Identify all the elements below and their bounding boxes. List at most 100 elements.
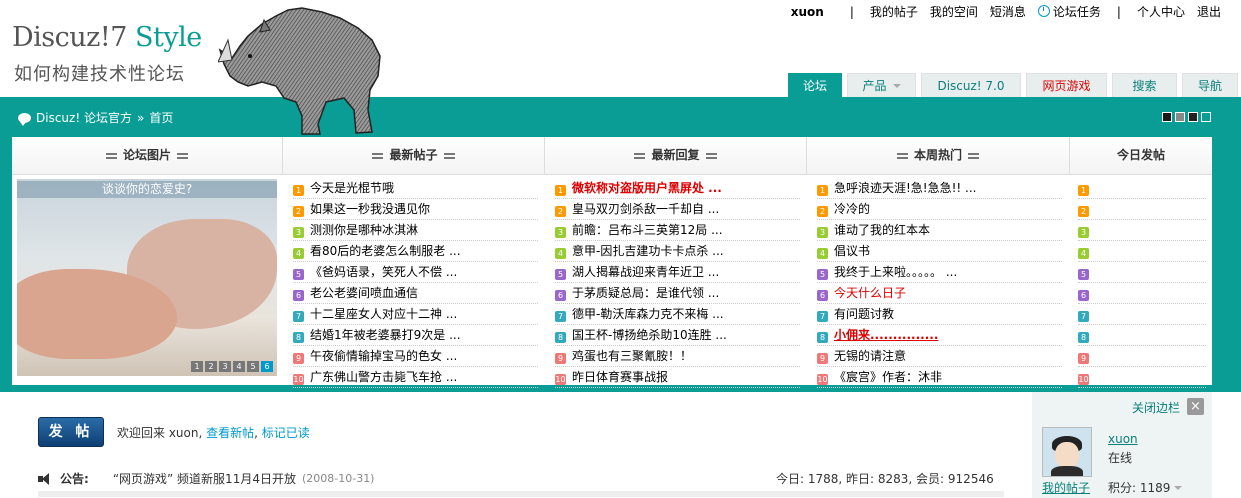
list-item[interactable]: 5 湖人揭幕战迎来青年近卫 ... bbox=[555, 262, 800, 283]
slide-page-button[interactable]: 5 bbox=[247, 361, 259, 372]
reply-title[interactable]: 德甲-勒沃库森力克不来梅 ... bbox=[572, 307, 724, 321]
list-item[interactable]: 9 鸡蛋也有三聚氰胺！！ bbox=[555, 346, 800, 367]
nav-tasks[interactable]: 论坛任务 bbox=[1037, 3, 1101, 20]
slide-page-button[interactable]: 4 bbox=[233, 361, 245, 372]
list-item[interactable]: 7 德甲-勒沃库森力克不来梅 ... bbox=[555, 304, 800, 325]
tab-products[interactable]: 产品 bbox=[847, 73, 916, 98]
list-item[interactable]: 1 微软称对盗版用户黑屏处 ... bbox=[555, 178, 800, 199]
hot-title[interactable]: 《宸宫》作者：沐非 bbox=[834, 370, 942, 384]
list-item[interactable]: 4 倡议书 bbox=[817, 241, 1062, 262]
hot-title[interactable]: 冷冷的 bbox=[834, 202, 870, 216]
list-item: 8 bbox=[1078, 325, 1206, 346]
avatar[interactable] bbox=[1042, 427, 1092, 477]
close-sidebar-link[interactable]: 关闭边栏 bbox=[1132, 399, 1180, 416]
slide-page-button[interactable]: 2 bbox=[205, 361, 217, 372]
new-post-button[interactable]: 发 帖 bbox=[38, 417, 104, 447]
list-item[interactable]: 10 昨日体育赛事战报 bbox=[555, 367, 800, 388]
slide-page-button[interactable]: 1 bbox=[191, 361, 203, 372]
hot-title[interactable]: 小佣来............... bbox=[834, 328, 938, 342]
theme-swatch-teal[interactable] bbox=[1201, 112, 1211, 122]
list-item[interactable]: 2 如果这一秒我没遇见你 bbox=[293, 199, 538, 220]
reply-title[interactable]: 微软称对盗版用户黑屏处 ... bbox=[572, 181, 722, 195]
list-item[interactable]: 6 今天什么日子 bbox=[817, 283, 1062, 304]
reply-title[interactable]: 意甲-因扎吉建功卡卡点杀 ... bbox=[572, 244, 724, 258]
nav-my-posts[interactable]: 我的帖子 bbox=[870, 3, 918, 20]
mark-read-link[interactable]: 标记已读 bbox=[262, 426, 310, 440]
list-item[interactable]: 5 《爸妈语录，笑死人不偿 ... bbox=[293, 262, 538, 283]
reply-title[interactable]: 皇马双刃剑杀敌一千却自 ... bbox=[572, 202, 719, 216]
hot-title[interactable]: 有问题讨教 bbox=[834, 307, 894, 321]
hot-title[interactable]: 今天什么日子 bbox=[834, 286, 906, 300]
hot-title[interactable]: 无锡的请注意 bbox=[834, 349, 906, 363]
list-item[interactable]: 7 十二星座女人对应十二神 ... bbox=[293, 304, 538, 325]
list-item[interactable]: 1 今天是光棍节哦 bbox=[293, 178, 538, 199]
post-title[interactable]: 午夜偷情输掉宝马的色女 ... bbox=[310, 349, 457, 363]
tab-discuz7[interactable]: Discuz! 7.0 bbox=[921, 73, 1021, 98]
sidebar-my-posts-link[interactable]: 我的帖子 bbox=[1042, 479, 1090, 496]
list-item[interactable]: 7 有问题讨教 bbox=[817, 304, 1062, 325]
list-item[interactable]: 4 意甲-因扎吉建功卡卡点杀 ... bbox=[555, 241, 800, 262]
logo[interactable]: Discuz!7 Style bbox=[12, 22, 202, 53]
list-item[interactable]: 4 看80后的老婆怎么制服老 ... bbox=[293, 241, 538, 262]
post-title[interactable]: 看80后的老婆怎么制服老 ... bbox=[310, 244, 461, 258]
post-title[interactable]: 广东佛山警方击毙飞车抢 ... bbox=[310, 370, 457, 384]
tab-forum[interactable]: 论坛 bbox=[788, 73, 842, 98]
tab-web-games[interactable]: 网页游戏 bbox=[1026, 73, 1107, 98]
post-title[interactable]: 结婚1年被老婆暴打9次是 ... bbox=[310, 328, 461, 342]
list-item[interactable]: 1 急呼浪迹天涯!急!急急!! ... bbox=[817, 178, 1062, 199]
list-item[interactable]: 3 谁动了我的红本本 bbox=[817, 220, 1062, 241]
list-item[interactable]: 9 无锡的请注意 bbox=[817, 346, 1062, 367]
reply-title[interactable]: 昨日体育赛事战报 bbox=[572, 370, 668, 384]
nav-logout[interactable]: 退出 bbox=[1197, 3, 1221, 20]
breadcrumb-site[interactable]: Discuz! 论坛官方 bbox=[36, 109, 132, 126]
post-title[interactable]: 老公老婆间喷血通信 bbox=[310, 286, 418, 300]
post-title[interactable]: 如果这一秒我没遇见你 bbox=[310, 202, 430, 216]
user-points[interactable]: 积分: 1189 bbox=[1108, 479, 1183, 496]
post-title[interactable]: 《爸妈语录，笑死人不偿 ... bbox=[310, 265, 457, 279]
list-item[interactable]: 9 午夜偷情输掉宝马的色女 ... bbox=[293, 346, 538, 367]
tab-search[interactable]: 搜索 bbox=[1112, 73, 1177, 98]
post-title[interactable]: 十二星座女人对应十二神 ... bbox=[310, 307, 457, 321]
list-item[interactable]: 8 小佣来............... bbox=[817, 325, 1062, 346]
list-item[interactable]: 10 《宸宫》作者：沐非 bbox=[817, 367, 1062, 388]
view-new-posts-link[interactable]: 查看新帖 bbox=[206, 426, 254, 440]
slide-page-button[interactable]: 3 bbox=[219, 361, 231, 372]
reply-title[interactable]: 国王杯-博扬绝杀助10连胜 ... bbox=[572, 328, 727, 342]
theme-swatch-black[interactable] bbox=[1188, 112, 1198, 122]
close-icon[interactable]: × bbox=[1187, 398, 1204, 415]
list-item[interactable]: 6 老公老婆间喷血通信 bbox=[293, 283, 538, 304]
slide-caption[interactable]: 谈谈你的恋爱史? bbox=[17, 181, 277, 198]
theme-swatch-gray[interactable] bbox=[1175, 112, 1185, 122]
sidebar-username[interactable]: xuon bbox=[1108, 432, 1138, 446]
current-user[interactable]: xuon bbox=[791, 5, 824, 19]
list-item[interactable]: 8 结婚1年被老婆暴打9次是 ... bbox=[293, 325, 538, 346]
reply-title[interactable]: 于茅质疑总局：是谁代领 ... bbox=[572, 286, 719, 300]
tab-navigation[interactable]: 导航 bbox=[1182, 73, 1238, 98]
announcement-text[interactable]: “网页游戏” 频道新服11月4日开放 bbox=[113, 470, 296, 487]
list-item[interactable]: 2 皇马双刃剑杀敌一千却自 ... bbox=[555, 199, 800, 220]
list-item[interactable]: 6 于茅质疑总局：是谁代领 ... bbox=[555, 283, 800, 304]
nav-my-space[interactable]: 我的空间 bbox=[930, 3, 978, 20]
theme-swatch-dark[interactable] bbox=[1162, 112, 1172, 122]
nav-user-center[interactable]: 个人中心 bbox=[1137, 3, 1185, 20]
list-item[interactable]: 10 广东佛山警方击毙飞车抢 ... bbox=[293, 367, 538, 388]
slideshow[interactable]: 谈谈你的恋爱史? 1 2 3 4 5 6 bbox=[17, 179, 277, 376]
post-title[interactable]: 今天是光棍节哦 bbox=[310, 181, 394, 195]
nav-messages[interactable]: 短消息 bbox=[990, 3, 1026, 20]
list-item[interactable]: 3 前瞻：吕布斗三英第12局 ... bbox=[555, 220, 800, 241]
hot-title[interactable]: 急呼浪迹天涯!急!急急!! ... bbox=[834, 181, 977, 195]
post-title[interactable]: 测测你是哪种冰淇淋 bbox=[310, 223, 418, 237]
reply-title[interactable]: 湖人揭幕战迎来青年近卫 ... bbox=[572, 265, 719, 279]
list-item[interactable]: 8 国王杯-博扬绝杀助10连胜 ... bbox=[555, 325, 800, 346]
list-item[interactable]: 5 我终于上来啦。。。。。 ... bbox=[817, 262, 1062, 283]
slide-page-button-active[interactable]: 6 bbox=[261, 361, 273, 372]
hot-title[interactable]: 我终于上来啦。。。。。 ... bbox=[834, 265, 957, 279]
list-item[interactable]: 3 测测你是哪种冰淇淋 bbox=[293, 220, 538, 241]
hot-title[interactable]: 倡议书 bbox=[834, 244, 870, 258]
reply-title[interactable]: 鸡蛋也有三聚氰胺！！ bbox=[572, 349, 692, 363]
rank-badge: 8 bbox=[817, 332, 828, 343]
list-item: 5 bbox=[1078, 262, 1206, 283]
reply-title[interactable]: 前瞻：吕布斗三英第12局 ... bbox=[572, 223, 723, 237]
hot-title[interactable]: 谁动了我的红本本 bbox=[834, 223, 930, 237]
list-item[interactable]: 2 冷冷的 bbox=[817, 199, 1062, 220]
